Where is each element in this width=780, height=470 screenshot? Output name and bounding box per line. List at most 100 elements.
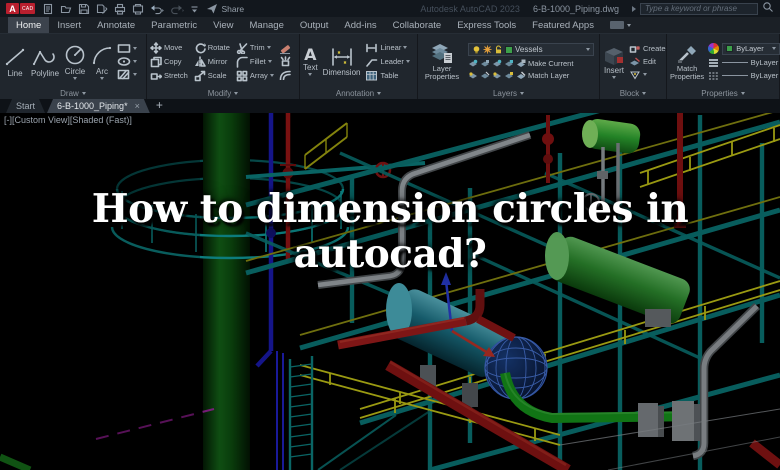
overlay-title-line1: How to dimension circles in: [0, 187, 780, 232]
lineweight-value: ByLayer: [751, 58, 779, 67]
ellipse-tool[interactable]: [117, 56, 137, 67]
hatch-tool[interactable]: [117, 69, 137, 80]
undo-icon[interactable]: [150, 3, 164, 15]
layer-match-icon[interactable]: [480, 71, 490, 80]
file-tab-start[interactable]: Start: [6, 99, 45, 113]
layer-isolate-icon[interactable]: [480, 59, 490, 68]
viewport-canvas[interactable]: [0, 113, 780, 470]
tab-parametric[interactable]: Parametric: [143, 17, 205, 33]
trim-tool[interactable]: Trim: [236, 42, 274, 54]
close-tab-icon[interactable]: ×: [135, 101, 140, 111]
new-file-icon[interactable]: [42, 3, 54, 15]
layer-lock-tool-icon[interactable]: [504, 59, 514, 68]
viewport-menu-control[interactable]: [-]: [4, 115, 12, 125]
titlebar-right: Autodesk AutoCAD 2023 6-B-1000_Piping.dw…: [420, 0, 774, 18]
viewport-controls: [-][Custom View][Shaded (Fast)]: [4, 115, 132, 125]
color-dropdown[interactable]: ByLayer: [722, 43, 780, 55]
drawing-viewport[interactable]: [-][Custom View][Shaded (Fast)]: [0, 113, 780, 470]
make-current-label[interactable]: Make Current: [528, 59, 573, 68]
explode-tool[interactable]: [279, 56, 292, 67]
tab-express-tools[interactable]: Express Tools: [449, 17, 524, 33]
batch-plot-icon[interactable]: [132, 3, 144, 15]
layer-freeze-tool-icon[interactable]: [492, 59, 502, 68]
tab-featured-apps[interactable]: Featured Apps: [524, 17, 602, 33]
layer-off-icon[interactable]: [468, 59, 478, 68]
tab-view[interactable]: View: [205, 17, 241, 33]
stretch-tool[interactable]: Stretch: [150, 70, 188, 82]
text-tool[interactable]: A Text: [303, 47, 318, 76]
new-drawing-tab-icon[interactable]: +: [156, 98, 163, 112]
linear-dimension-tool[interactable]: Linear: [365, 42, 409, 53]
tab-collaborate[interactable]: Collaborate: [385, 17, 450, 33]
save-icon[interactable]: [78, 3, 90, 15]
fillet-tool[interactable]: Fillet: [236, 56, 274, 68]
linetype-icon: [708, 71, 719, 81]
panel-layers: Layer Properties Vessels: [418, 34, 600, 99]
lineweight-row[interactable]: ByLayer: [708, 58, 778, 68]
tab-annotate[interactable]: Annotate: [89, 17, 143, 33]
dim-overlay-left: [0, 113, 200, 470]
search-expand-icon[interactable]: [632, 6, 636, 12]
polyline-tool[interactable]: Polyline: [31, 45, 59, 78]
ribbon-display-options[interactable]: [610, 17, 631, 33]
rectangle-tool[interactable]: [117, 43, 137, 54]
move-tool[interactable]: Move: [150, 42, 188, 54]
rotate-tool[interactable]: Rotate: [194, 42, 230, 54]
layer-unlock-icon[interactable]: [504, 71, 514, 80]
layer-properties-tool[interactable]: Layer Properties: [421, 42, 463, 81]
save-as-icon[interactable]: [96, 3, 108, 15]
tab-output[interactable]: Output: [292, 17, 337, 33]
panel-label-properties[interactable]: Properties: [667, 87, 779, 99]
share-button[interactable]: Share: [206, 3, 244, 14]
erase-tool[interactable]: [279, 43, 292, 54]
edit-block-tool[interactable]: Edit: [629, 57, 666, 67]
scale-tool[interactable]: Scale: [194, 70, 230, 82]
tab-insert[interactable]: Insert: [49, 17, 89, 33]
tab-manage[interactable]: Manage: [242, 17, 292, 33]
make-current-icon[interactable]: [516, 59, 526, 68]
layer-color-swatch: [505, 46, 513, 54]
array-tool[interactable]: Array: [236, 70, 274, 82]
line-tool[interactable]: Line: [3, 45, 27, 78]
offset-tool[interactable]: [279, 69, 292, 80]
search-input[interactable]: [640, 3, 758, 15]
visual-style-control[interactable]: [Shaded (Fast)]: [70, 115, 132, 125]
circle-tool[interactable]: Circle: [63, 43, 87, 80]
plot-icon[interactable]: [114, 3, 126, 15]
layer-tools-row-1: Make Current: [468, 59, 594, 68]
dimension-tool[interactable]: Dimension: [323, 46, 361, 77]
layer-walk-icon[interactable]: [468, 71, 478, 80]
arc-tool[interactable]: Arc: [91, 43, 113, 80]
file-tab-document[interactable]: 6-B-1000_Piping* ×: [47, 99, 150, 113]
autocad-logo-a: A: [6, 3, 19, 14]
linetype-row[interactable]: ByLayer: [708, 71, 778, 81]
match-layer-label[interactable]: Match Layer: [528, 71, 569, 80]
panel-label-draw[interactable]: Draw: [0, 87, 146, 99]
insert-block-tool[interactable]: Insert: [603, 45, 625, 79]
tab-home[interactable]: Home: [8, 17, 49, 33]
tab-add-ins[interactable]: Add-ins: [336, 17, 384, 33]
layer-dropdown[interactable]: Vessels: [468, 43, 594, 56]
panel-label-modify[interactable]: Modify: [147, 87, 299, 99]
panel-label-annotation[interactable]: Annotation: [300, 87, 417, 99]
autocad-logo[interactable]: A CAD: [6, 3, 35, 14]
mirror-tool[interactable]: Mirror: [194, 56, 230, 68]
redo-icon[interactable]: [170, 3, 184, 15]
leader-tool[interactable]: Leader: [365, 56, 409, 67]
document-title: 6-B-1000_Piping.dwg: [533, 4, 619, 14]
layer-tools-row-2: Match Layer: [468, 71, 594, 80]
table-tool[interactable]: Table: [365, 70, 409, 81]
match-layer-icon[interactable]: [516, 71, 526, 80]
panel-block: Insert Create Edit Block: [600, 34, 667, 99]
block-attributes-tool[interactable]: [629, 70, 666, 80]
panel-label-layers[interactable]: Layers: [418, 87, 599, 99]
view-control[interactable]: [Custom View]: [12, 115, 70, 125]
create-block-tool[interactable]: Create: [629, 44, 666, 54]
open-file-icon[interactable]: [60, 3, 72, 15]
panel-label-block[interactable]: Block: [600, 87, 666, 99]
copy-tool[interactable]: Copy: [150, 56, 188, 68]
search-icon[interactable]: [762, 0, 774, 18]
match-properties-tool[interactable]: Match Properties: [670, 43, 704, 81]
qat-customize-icon[interactable]: [190, 4, 199, 14]
layer-prev-icon[interactable]: [492, 71, 502, 80]
